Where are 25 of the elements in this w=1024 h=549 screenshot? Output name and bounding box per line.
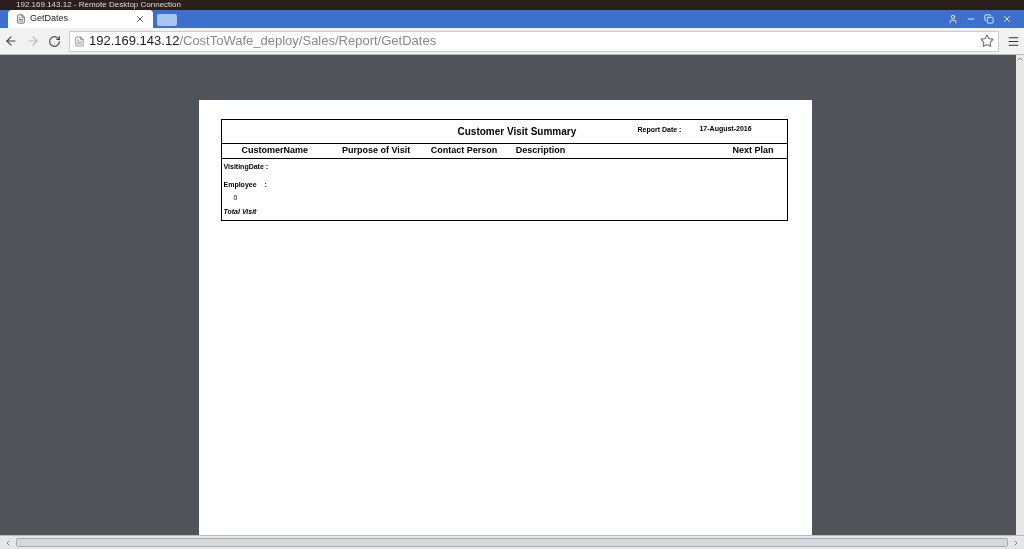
back-icon[interactable] — [4, 34, 18, 48]
reload-icon[interactable] — [48, 34, 61, 48]
close-icon[interactable] — [1002, 14, 1012, 24]
column-header: Next Plan — [731, 144, 775, 158]
url-text: 192.169.143.12/CostToWafe_deploy/Sales/Report/GetDates — [89, 32, 437, 51]
scroll-left-icon[interactable] — [4, 538, 12, 547]
scroll-up-icon[interactable] — [1016, 55, 1024, 63]
address-field[interactable]: 192.169.143.12/CostToWafe_deploy/Sales/Report/GetDates — [69, 30, 999, 52]
restore-icon[interactable] — [984, 14, 994, 24]
menu-icon[interactable] — [1007, 34, 1020, 48]
report-title: Customer Visit Summary — [457, 125, 578, 139]
forward-icon[interactable] — [26, 34, 40, 48]
scroll-right-icon[interactable] — [1012, 538, 1020, 547]
bookmark-star-icon[interactable] — [980, 34, 994, 48]
profile-icon[interactable] — [948, 14, 958, 24]
window-title: 192.169.143.12 - Remote Desktop Connection — [15, 0, 181, 10]
column-header: CustomerName — [241, 144, 310, 158]
column-header: Description — [515, 144, 567, 158]
browser-tab[interactable]: GetDates — [8, 10, 153, 28]
column-header: Purpose of Visit — [341, 144, 412, 158]
tab-title: GetDates — [30, 12, 70, 26]
page-icon — [74, 35, 85, 47]
page-icon — [16, 14, 26, 24]
column-header: Contact Person — [430, 144, 499, 158]
close-tab-icon[interactable] — [135, 14, 145, 24]
